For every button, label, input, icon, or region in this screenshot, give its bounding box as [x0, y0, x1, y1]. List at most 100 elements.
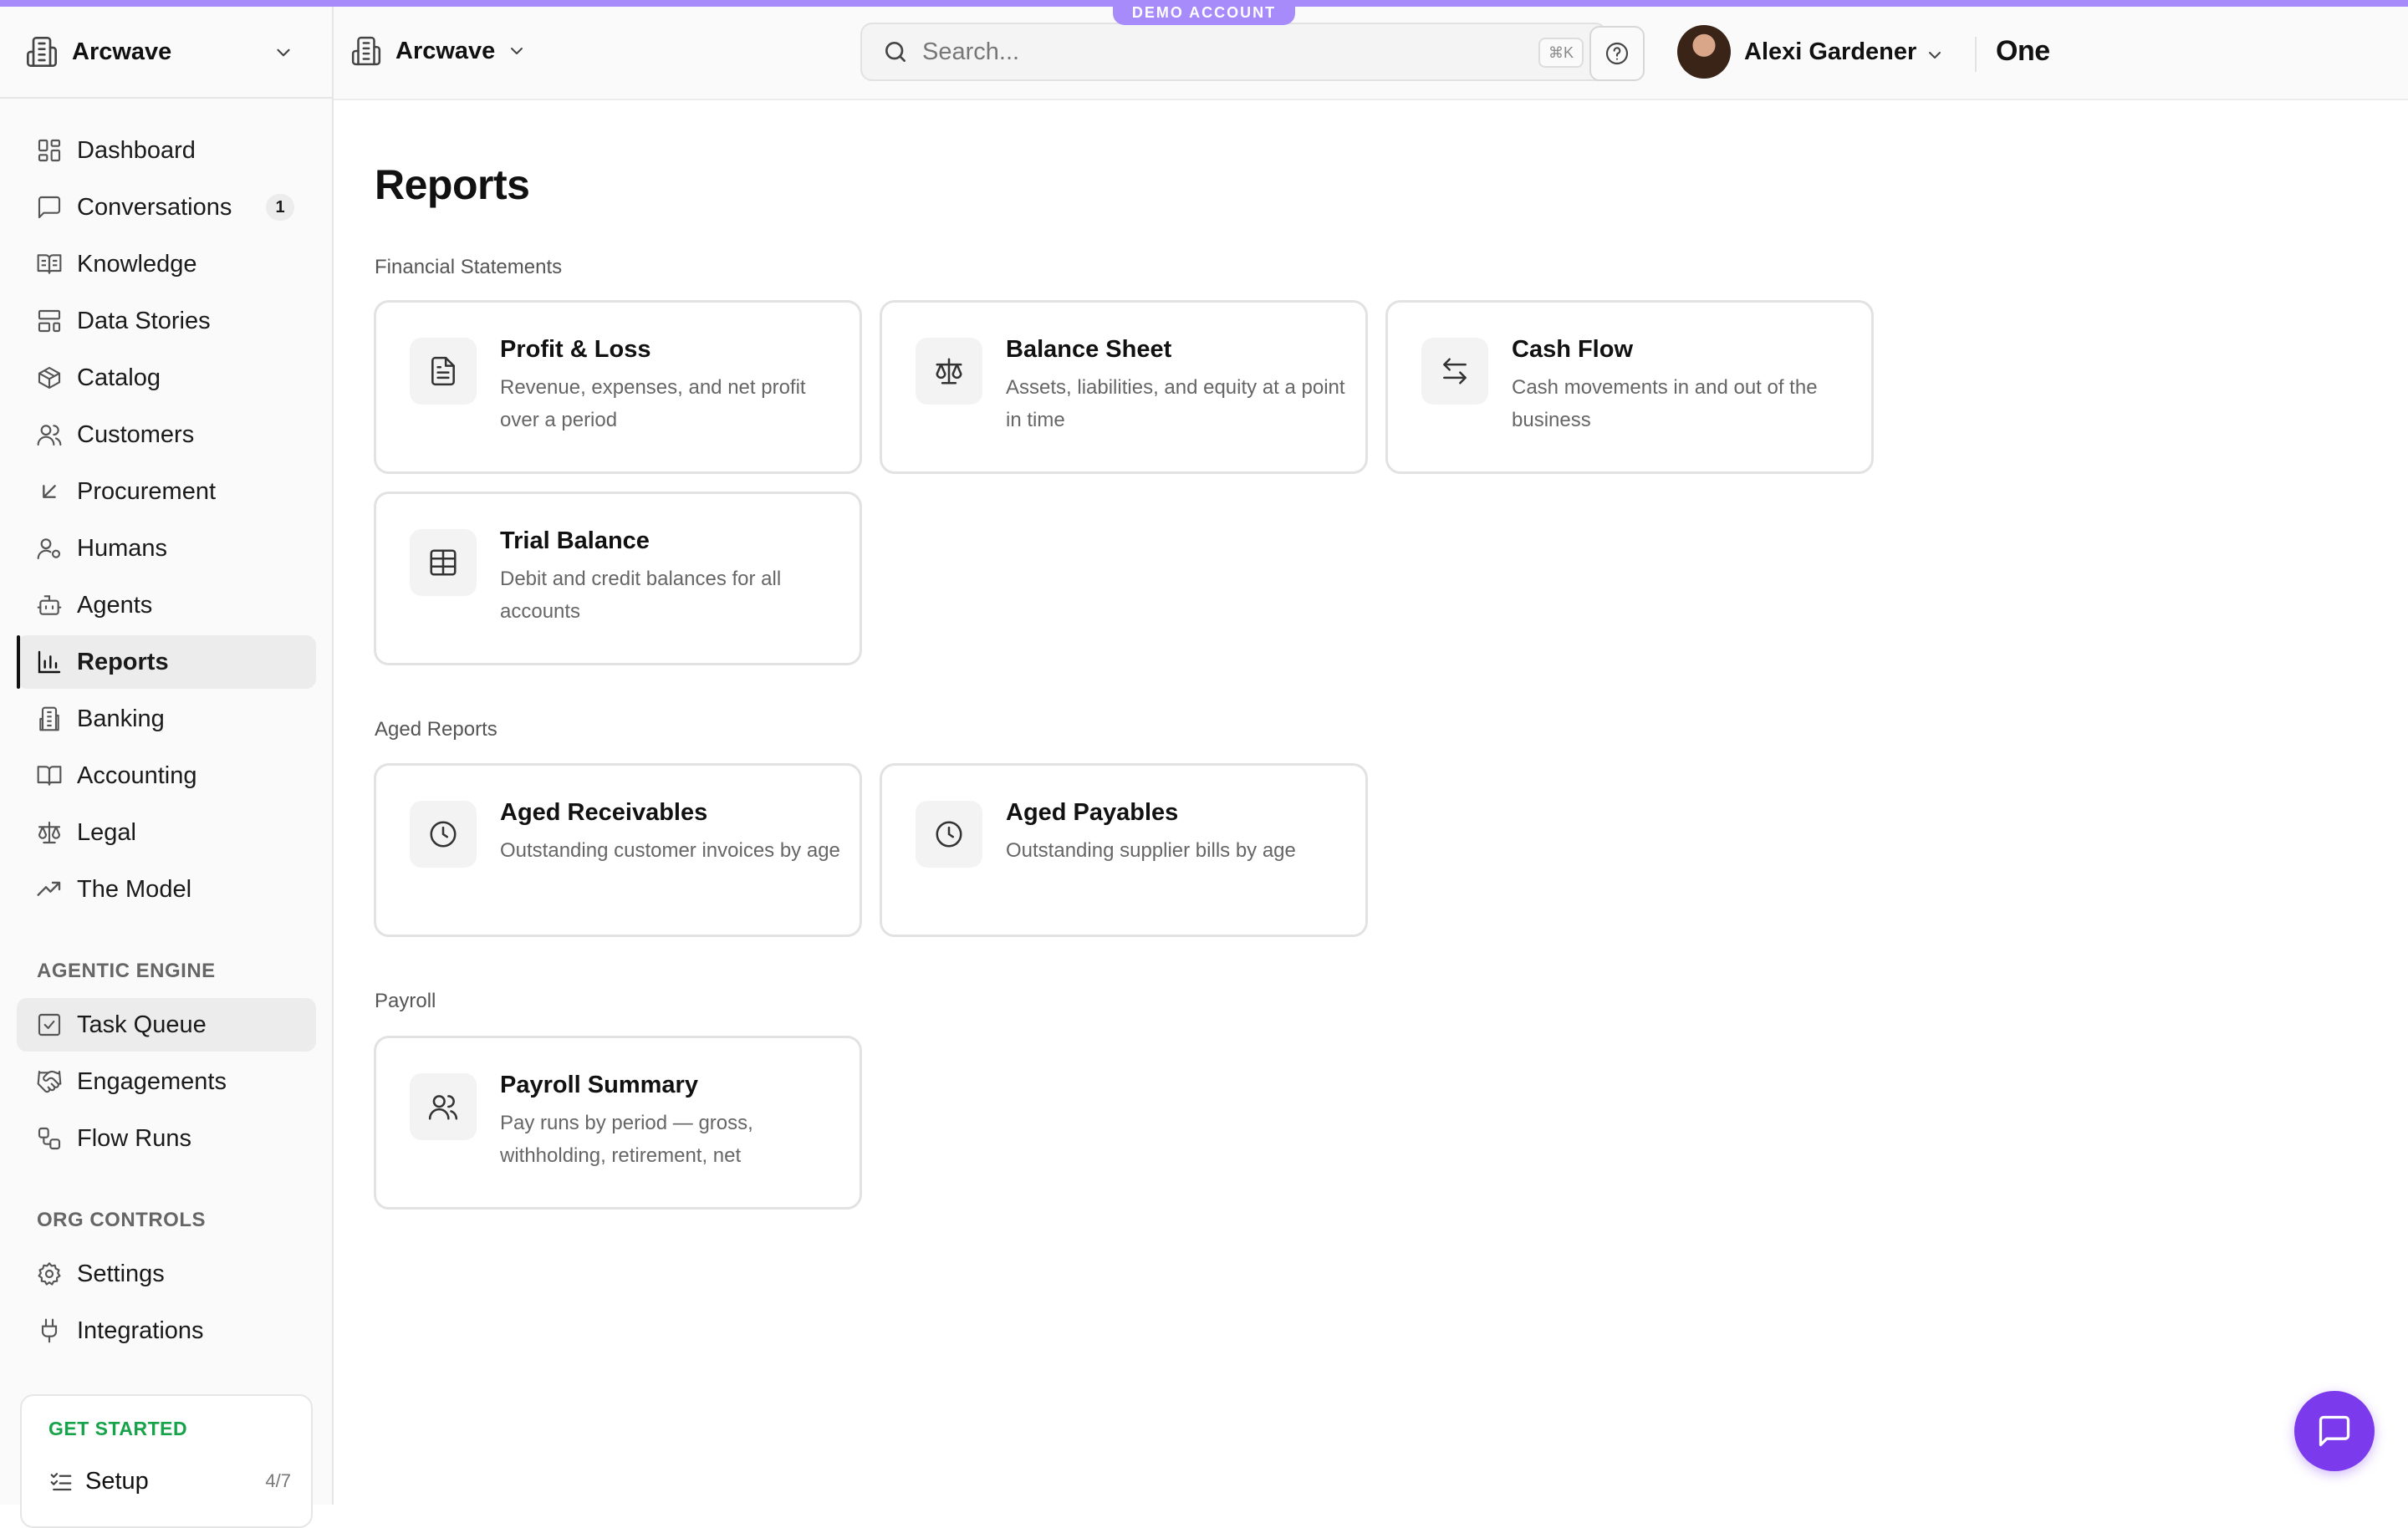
card-title: Payroll Summary: [500, 1072, 698, 1098]
sidebar-item-the-model[interactable]: The Model: [17, 863, 316, 916]
sidebar-item-knowledge[interactable]: Knowledge: [17, 237, 316, 291]
setup-link[interactable]: Setup 4/7: [48, 1464, 291, 1498]
sidebar-item-task-queue[interactable]: Task Queue: [17, 998, 316, 1052]
sidebar-item-dashboard[interactable]: Dashboard: [17, 124, 316, 177]
search-icon: [882, 38, 909, 65]
sidebar-item-label: Humans: [77, 534, 167, 562]
card-description: Pay runs by period — gross, withholding,…: [500, 1112, 753, 1167]
sidebar-item-label: Data Stories: [77, 307, 211, 334]
chevron-down-icon: [273, 42, 294, 64]
card-title: Aged Receivables: [500, 799, 708, 826]
user-cog-icon: [35, 534, 64, 563]
sidebar-item-banking[interactable]: Banking: [17, 692, 316, 746]
clock-icon: [410, 801, 477, 868]
setup-label: Setup: [85, 1467, 149, 1495]
sidebar-item-label: Reports: [77, 648, 169, 675]
help-button[interactable]: [1589, 26, 1645, 81]
book-icon: [35, 761, 64, 790]
sidebar-item-label: Legal: [77, 818, 136, 846]
report-card-aged-receivables[interactable]: Aged Receivables Outstanding customer in…: [374, 763, 862, 937]
sidebar-item-label: Catalog: [77, 364, 161, 391]
book-open-text-icon: [35, 250, 64, 278]
card-title: Balance Sheet: [1006, 336, 1172, 363]
sidebar-item-reports[interactable]: Reports: [17, 635, 316, 689]
scale-icon: [35, 818, 64, 847]
layout-dashboard-icon: [35, 136, 64, 165]
card-description: Outstanding supplier bills by age: [1006, 839, 1296, 862]
report-card-payroll-summary[interactable]: Payroll Summary Pay runs by period — gro…: [374, 1036, 862, 1210]
sidebar-item-label: Procurement: [77, 477, 217, 505]
plug-icon: [35, 1317, 64, 1345]
header-divider: [1975, 37, 1977, 72]
landmark-icon: [35, 705, 64, 733]
top-header: Arcwave ⌘K Alexi Gardener One: [334, 7, 2408, 100]
card-description: Outstanding customer invoices by age: [500, 839, 840, 862]
card-description: Assets, liabilities, and equity at a poi…: [1006, 376, 1345, 431]
sidebar-item-flow-runs[interactable]: Flow Runs: [17, 1112, 316, 1165]
bar-chart-icon: [35, 648, 64, 676]
get-started-panel: GET STARTED Setup 4/7: [20, 1394, 313, 1528]
sidebar-item-label: Engagements: [77, 1067, 227, 1095]
report-card-balance-sheet[interactable]: Balance Sheet Assets, liabilities, and e…: [880, 300, 1368, 474]
card-title: Aged Payables: [1006, 799, 1179, 826]
trending-up-icon: [35, 875, 64, 904]
card-title: Cash Flow: [1512, 336, 1634, 363]
sidebar-item-data-stories[interactable]: Data Stories: [17, 294, 316, 348]
sidebar-item-engagements[interactable]: Engagements: [17, 1055, 316, 1108]
avatar[interactable]: [1677, 25, 1731, 79]
search-input[interactable]: [921, 37, 1506, 67]
card-title: Trial Balance: [500, 527, 650, 554]
group-label-financial-statements: Financial Statements: [375, 256, 563, 278]
search-bar[interactable]: ⌘K: [860, 23, 1607, 81]
clock-icon: [916, 801, 982, 868]
workspace-switcher[interactable]: Arcwave: [0, 7, 332, 99]
sidebar-item-label: Customers: [77, 420, 195, 448]
chat-launcher-button[interactable]: [2294, 1391, 2375, 1471]
group-label-aged-reports: Aged Reports: [375, 718, 497, 741]
building-icon: [350, 35, 382, 67]
building-icon: [25, 35, 59, 69]
report-card-trial-balance[interactable]: Trial Balance Debit and credit balances …: [374, 492, 862, 665]
sidebar-item-label: The Model: [77, 875, 192, 903]
report-card-aged-payables[interactable]: Aged Payables Outstanding supplier bills…: [880, 763, 1368, 937]
sidebar-item-catalog[interactable]: Catalog: [17, 351, 316, 405]
chevron-down-icon[interactable]: [1925, 45, 1945, 65]
org-switcher[interactable]: Arcwave: [350, 35, 527, 67]
card-description: Debit and credit balances for all accoun…: [500, 568, 782, 623]
package-icon: [35, 364, 64, 392]
gear-icon: [35, 1260, 64, 1288]
sidebar-item-customers[interactable]: Customers: [17, 408, 316, 461]
scale-icon: [916, 338, 982, 405]
unread-count-badge: 1: [266, 194, 294, 221]
sidebar-item-integrations[interactable]: Integrations: [17, 1304, 316, 1357]
sidebar-item-conversations[interactable]: Conversations 1: [17, 181, 316, 234]
card-title: Profit & Loss: [500, 336, 651, 363]
sidebar-item-humans[interactable]: Humans: [17, 522, 316, 575]
square-check-icon: [35, 1011, 64, 1039]
sidebar-item-label: Settings: [77, 1260, 165, 1287]
setup-progress: 4/7: [265, 1470, 291, 1491]
sidebar-item-agents[interactable]: Agents: [17, 578, 316, 632]
card-description: Revenue, expenses, and net profit over a…: [500, 376, 806, 431]
sidebar-item-accounting[interactable]: Accounting: [17, 749, 316, 802]
user-name[interactable]: Alexi Gardener: [1744, 38, 1916, 66]
message-square-icon: [2316, 1413, 2353, 1449]
report-card-profit-loss[interactable]: Profit & Loss Revenue, expenses, and net…: [374, 300, 862, 474]
workspace-name: Arcwave: [72, 38, 172, 65]
sidebar-item-legal[interactable]: Legal: [17, 806, 316, 859]
sidebar-item-settings[interactable]: Settings: [17, 1247, 316, 1301]
message-square-icon: [35, 193, 64, 222]
users-icon: [35, 420, 64, 449]
sidebar-item-label: Accounting: [77, 761, 197, 789]
sidebar-item-label: Conversations: [77, 193, 232, 221]
sidebar: Arcwave Dashboard Conversations 1 Knowle…: [0, 7, 334, 1528]
group-label-payroll: Payroll: [375, 990, 436, 1012]
page-title: Reports: [375, 161, 530, 208]
sidebar-item-label: Banking: [77, 705, 165, 732]
report-card-cash-flow[interactable]: Cash Flow Cash movements in and out of t…: [1385, 300, 1874, 474]
handshake-icon: [35, 1067, 64, 1096]
sidebar-item-procurement[interactable]: Procurement: [17, 465, 316, 518]
bot-icon: [35, 591, 64, 619]
list-checks-icon: [48, 1469, 74, 1494]
org-controls-heading: ORG CONTROLS: [37, 1209, 206, 1231]
